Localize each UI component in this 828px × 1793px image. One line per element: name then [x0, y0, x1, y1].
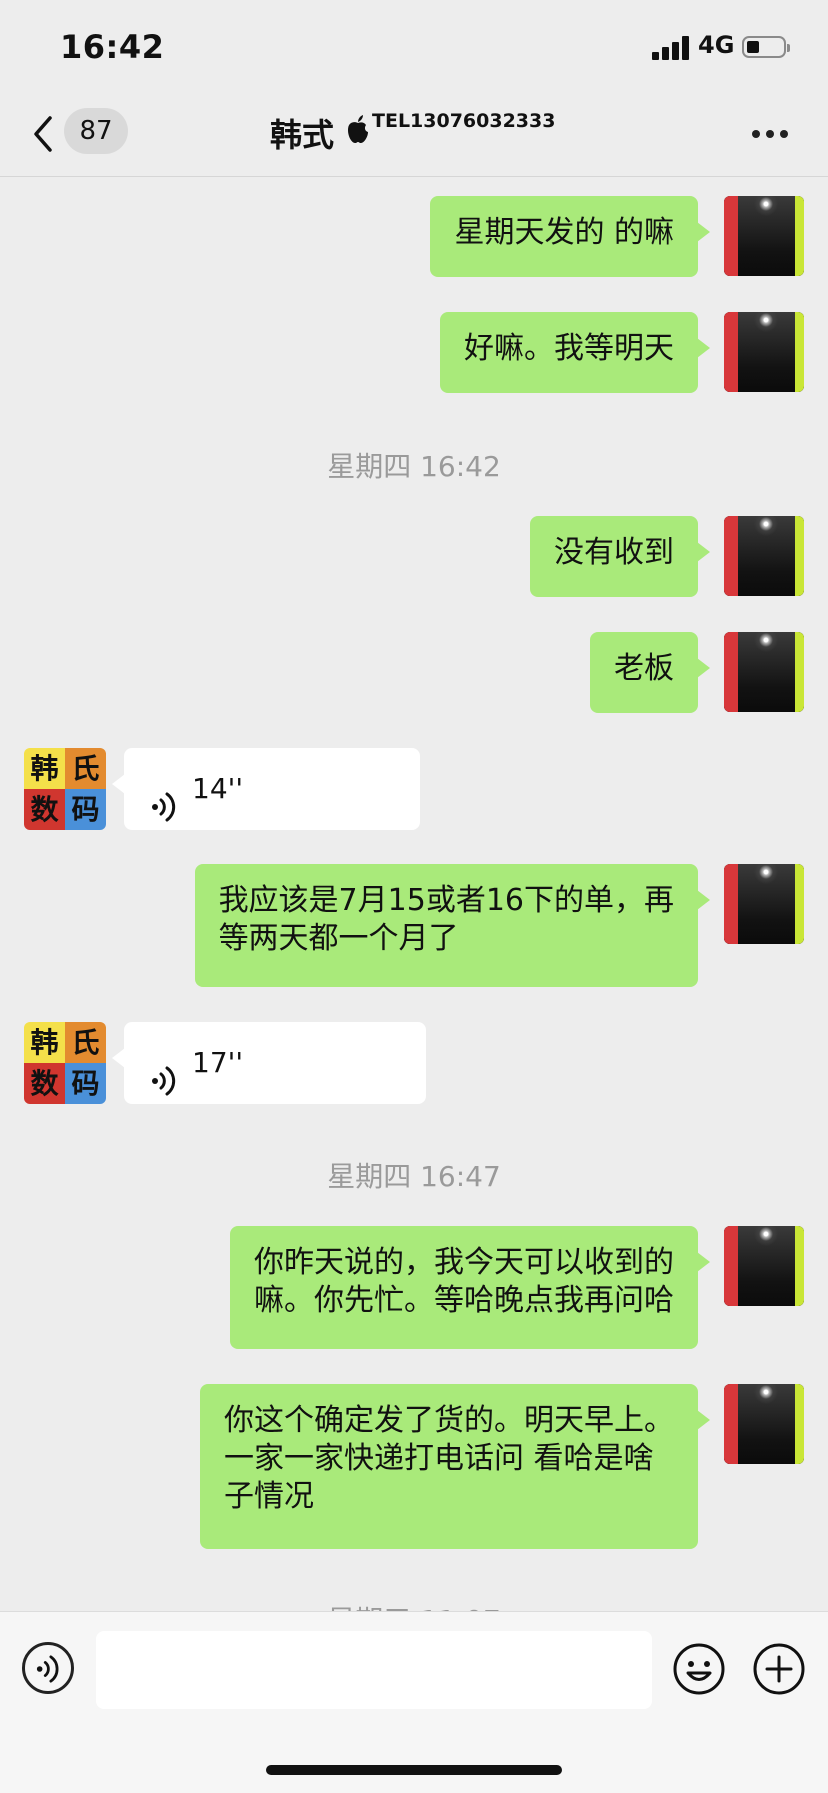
- avatar-char: 氏: [65, 748, 106, 789]
- sent-message-bubble[interactable]: 你这个确定发了货的。明天早上。 一家一家快递打电话问 看哈是啥 子情况: [200, 1384, 710, 1549]
- my-avatar[interactable]: [724, 312, 804, 392]
- voice-message-bubble[interactable]: 14'': [112, 748, 420, 830]
- sent-message-bubble[interactable]: 好嘛。我等明天: [440, 312, 710, 393]
- message-text-line: 子情况: [224, 1479, 314, 1514]
- message-timestamp: 星期四 16:42: [327, 450, 501, 483]
- message-text-line: 我应该是7月15或者16下的单，再: [218, 883, 674, 918]
- message-timestamp: 星期四 16:47: [327, 1160, 501, 1193]
- chat-title-name: 韩式: [270, 116, 335, 154]
- message-input-bar: [0, 1611, 828, 1793]
- my-avatar[interactable]: [724, 1384, 804, 1464]
- message-text-line: 没有收到: [554, 535, 674, 570]
- battery-icon: [742, 36, 790, 58]
- unread-count-badge[interactable]: 87: [64, 108, 128, 154]
- status-bar: 16:42 4G: [0, 0, 828, 96]
- sent-message-bubble[interactable]: 老板: [590, 632, 710, 713]
- voice-wave-icon: [150, 773, 180, 822]
- chat-header: 87 韩式 TEL13076032333: [0, 96, 828, 177]
- avatar-char: 码: [65, 789, 106, 830]
- avatar-char: 韩: [24, 748, 65, 789]
- message-text-line: 老板: [614, 651, 674, 686]
- status-time: 16:42: [60, 28, 165, 66]
- network-label: 4G: [698, 31, 735, 59]
- message-text-line: 嘛。你先忙。等哈晚点我再问哈: [254, 1283, 674, 1318]
- apple-icon: [346, 114, 370, 144]
- my-avatar[interactable]: [724, 864, 804, 944]
- emoji-icon[interactable]: [672, 1642, 726, 1696]
- plus-icon[interactable]: [752, 1642, 806, 1696]
- voice-duration: 17'': [192, 1046, 244, 1079]
- my-avatar[interactable]: [724, 632, 804, 712]
- message-text-input[interactable]: [96, 1631, 652, 1709]
- avatar-char: 氏: [65, 1022, 106, 1063]
- voice-wave-icon: [150, 1047, 180, 1096]
- message-text-line: 一家一家快递打电话问 看哈是啥: [224, 1441, 654, 1476]
- chat-message-list[interactable]: 星期天发的 的嘛 好嘛。我等明天 星期四 16:42 没有收到 老板 韩 氏 数…: [0, 177, 828, 1611]
- my-avatar[interactable]: [724, 196, 804, 276]
- my-avatar[interactable]: [724, 1226, 804, 1306]
- contact-avatar[interactable]: 韩 氏 数 码: [24, 748, 106, 830]
- avatar-char: 码: [65, 1063, 106, 1104]
- avatar-char: 韩: [24, 1022, 65, 1063]
- voice-duration: 14'': [192, 772, 244, 805]
- chat-title-tel: TEL13076032333: [372, 110, 556, 132]
- message-text-line: 等两天都一个月了: [218, 921, 459, 956]
- contact-avatar[interactable]: 韩 氏 数 码: [24, 1022, 106, 1104]
- signal-icon: [652, 36, 692, 60]
- sent-message-bubble[interactable]: 你昨天说的，我今天可以收到的 嘛。你先忙。等哈晚点我再问哈: [230, 1226, 710, 1349]
- sent-message-bubble[interactable]: 没有收到: [530, 516, 710, 597]
- avatar-char: 数: [24, 1063, 65, 1104]
- avatar-char: 数: [24, 789, 65, 830]
- my-avatar[interactable]: [724, 516, 804, 596]
- voice-mode-icon[interactable]: [22, 1642, 74, 1694]
- voice-message-bubble[interactable]: 17'': [112, 1022, 426, 1104]
- back-icon[interactable]: [28, 110, 60, 158]
- sent-message-bubble[interactable]: 星期天发的 的嘛: [430, 196, 710, 277]
- message-text-line: 好嘛。我等明天: [464, 331, 674, 366]
- message-timestamp: 星期五 11:07: [0, 1599, 828, 1611]
- sent-message-bubble[interactable]: 我应该是7月15或者16下的单，再 等两天都一个月了: [194, 864, 711, 987]
- more-icon[interactable]: [752, 130, 792, 140]
- home-indicator[interactable]: [266, 1765, 562, 1775]
- message-text-line: 星期天发的 的嘛: [454, 215, 674, 250]
- message-text-line: 你昨天说的，我今天可以收到的: [254, 1245, 674, 1280]
- message-text-line: 你这个确定发了货的。明天早上。: [224, 1403, 674, 1438]
